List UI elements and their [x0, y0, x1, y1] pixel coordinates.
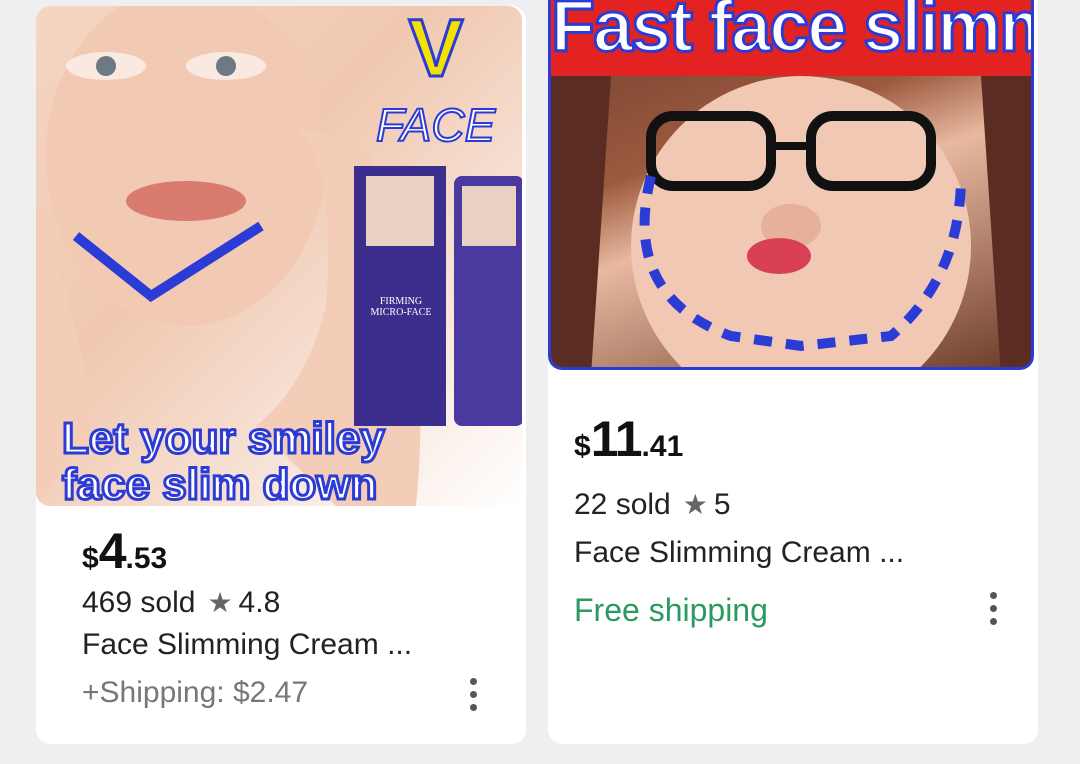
image-word: FACE — [375, 98, 496, 152]
image-letter: V — [409, 6, 464, 94]
product-photo — [551, 76, 1031, 367]
product-price: $11.41 — [574, 410, 683, 468]
sold-count: 22 sold — [574, 488, 671, 521]
price-fraction: .53 — [125, 542, 168, 575]
product-price: $4.53 — [82, 522, 167, 580]
product-card[interactable]: V FACE FIRMING MICRO-FACE Let your smile… — [36, 6, 526, 744]
rating-value: 5 — [713, 488, 731, 521]
image-box-text: FIRMING MICRO-FACE — [370, 296, 432, 318]
product-title[interactable]: Face Slimming Cream ... — [574, 536, 904, 570]
price-currency: $ — [82, 542, 99, 575]
star-icon: ★ — [682, 489, 708, 520]
more-options-icon[interactable] — [470, 678, 480, 714]
more-options-icon[interactable] — [990, 592, 1000, 628]
shipping-info: +Shipping: $2.47 — [82, 676, 309, 709]
image-tagline: Let your smiley face slim down — [61, 414, 387, 506]
sold-count: 469 sold — [82, 586, 196, 619]
product-image[interactable]: Fast face slimming — [548, 0, 1034, 370]
product-image[interactable]: V FACE FIRMING MICRO-FACE Let your smile… — [36, 6, 522, 506]
product-stats: 22 sold ★ 5 — [574, 488, 731, 522]
product-card[interactable]: Fast face slimming $11.41 22 sold ★5 Face… — [548, 0, 1038, 744]
price-fraction: .41 — [641, 430, 684, 463]
image-banner-text: Fast face slimming — [551, 0, 1031, 69]
rating-value: 4.8 — [238, 586, 281, 619]
product-title[interactable]: Face Slimming Cream ... — [82, 628, 412, 662]
price-currency: $ — [574, 430, 591, 463]
star-icon: ★ — [207, 587, 233, 618]
product-stats: 469 sold ★ 4.8 — [82, 586, 280, 620]
price-whole: 4 — [98, 523, 127, 579]
shipping-info: Free shipping — [574, 592, 768, 628]
price-whole: 11 — [590, 411, 643, 467]
